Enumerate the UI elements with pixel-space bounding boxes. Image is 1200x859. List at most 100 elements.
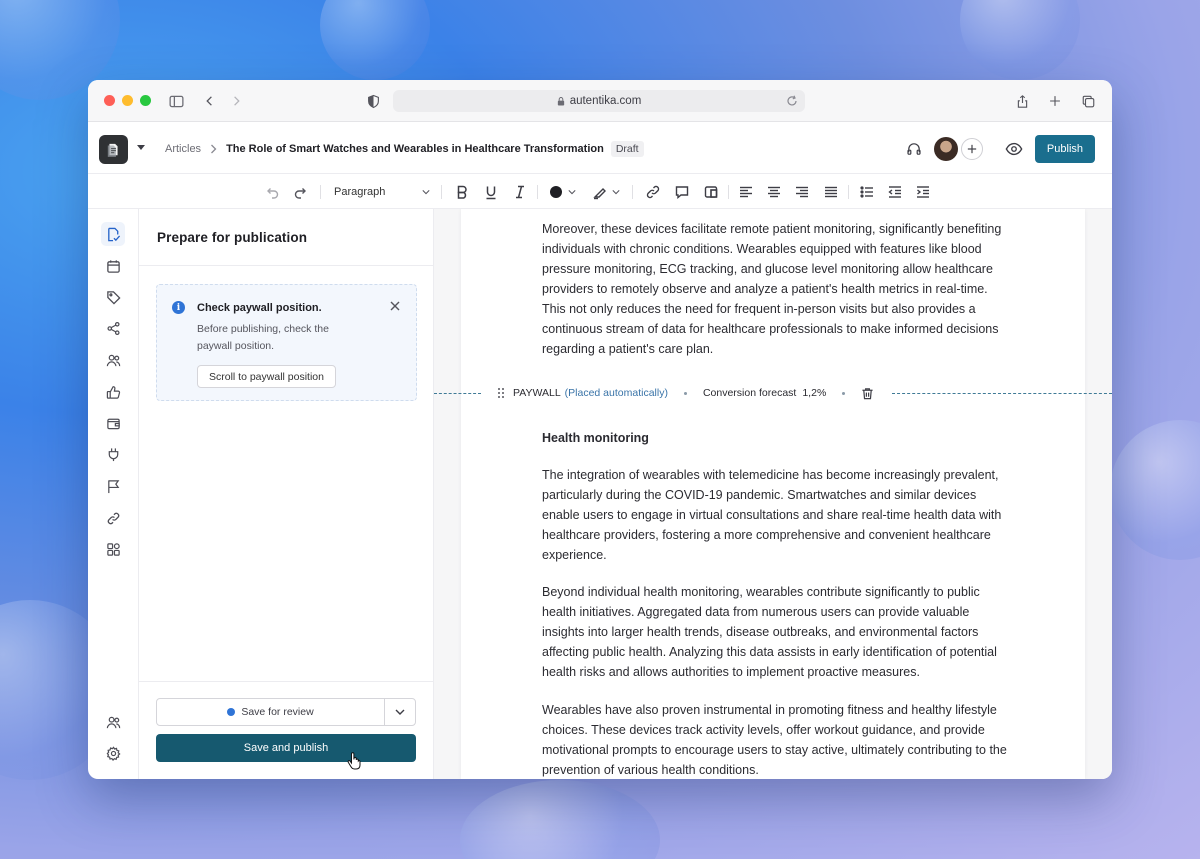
icon-rail — [88, 209, 139, 779]
avatar[interactable] — [933, 137, 958, 161]
header-actions: Publish — [906, 135, 1095, 163]
minimize-window-button[interactable] — [122, 95, 133, 106]
flag-icon[interactable] — [101, 474, 125, 498]
settings-gear-icon[interactable] — [101, 741, 125, 765]
share-nodes-icon[interactable] — [101, 316, 125, 340]
publish-button[interactable]: Publish — [1034, 135, 1095, 163]
users-icon[interactable] — [101, 348, 125, 372]
chevron-down-icon — [422, 190, 430, 195]
background-bubble — [460, 780, 660, 859]
paragraph[interactable]: Wearables have also proven instrumental … — [542, 700, 1012, 779]
toolbar-divider — [632, 185, 633, 199]
browser-window: autentika.com Articles The Role of Smart… — [88, 80, 1112, 779]
divider — [139, 265, 433, 266]
tab-overview-icon[interactable] — [1078, 91, 1098, 111]
align-justify-icon[interactable] — [823, 183, 839, 201]
close-window-button[interactable] — [104, 95, 115, 106]
align-left-icon[interactable] — [738, 183, 754, 201]
privacy-shield-icon[interactable] — [363, 91, 383, 111]
plus-icon — [967, 144, 977, 154]
article-title: The Role of Smart Watches and Wearables … — [226, 143, 604, 155]
hand-cursor-icon — [347, 752, 361, 770]
chevron-down-icon — [568, 190, 576, 195]
headphones-icon[interactable] — [906, 141, 922, 157]
chevron-down-icon — [612, 190, 620, 195]
document-logo-icon — [107, 143, 118, 157]
forward-icon[interactable] — [226, 91, 246, 111]
toolbar-divider — [537, 185, 538, 199]
save-for-review-button[interactable]: Save for review — [157, 699, 384, 725]
add-collaborator-button[interactable] — [960, 138, 983, 160]
save-and-publish-button[interactable]: Save and publish — [156, 734, 416, 762]
back-icon[interactable] — [200, 91, 220, 111]
block-style-select[interactable]: Paragraph — [334, 183, 432, 201]
section-heading[interactable]: Health monitoring — [542, 428, 1012, 448]
breadcrumb-articles-link[interactable]: Articles — [165, 143, 201, 155]
bold-icon[interactable] — [454, 183, 470, 201]
comment-icon[interactable] — [674, 183, 690, 201]
save-for-review-label: Save for review — [241, 706, 314, 718]
new-tab-icon[interactable] — [1045, 91, 1065, 111]
align-center-icon[interactable] — [766, 183, 782, 201]
bulleted-list-icon[interactable] — [859, 183, 875, 201]
undo-icon[interactable] — [264, 183, 280, 201]
link-icon[interactable] — [645, 183, 661, 201]
scroll-to-paywall-button[interactable]: Scroll to paywall position — [197, 365, 336, 388]
wallet-icon[interactable] — [101, 411, 125, 435]
apps-icon[interactable] — [101, 537, 125, 561]
highlight-select[interactable] — [592, 183, 620, 201]
reload-icon[interactable] — [785, 94, 799, 108]
media-icon[interactable] — [703, 183, 719, 201]
formatting-toolbar: Paragraph — [88, 174, 1112, 209]
share-icon[interactable] — [1012, 91, 1032, 111]
conversion-forecast-value: 1,2% — [802, 387, 827, 399]
workspace-dropdown-icon[interactable] — [137, 145, 145, 151]
app-body: Prepare for publication i Check paywall … — [88, 209, 1112, 779]
paywall-dashed-line — [434, 392, 481, 394]
maximize-window-button[interactable] — [140, 95, 151, 106]
app-logo[interactable] — [99, 135, 128, 164]
editor-area: Moreover, these devices facilitate remot… — [434, 209, 1112, 779]
save-options-dropdown[interactable] — [384, 699, 415, 725]
paragraph[interactable]: Moreover, these devices facilitate remot… — [542, 219, 1012, 359]
notice-title: Check paywall position. — [197, 302, 322, 314]
tag-icon[interactable] — [101, 285, 125, 309]
toolbar-divider — [848, 185, 849, 199]
background-bubble — [1110, 420, 1200, 560]
italic-icon[interactable] — [512, 183, 528, 201]
text-color-select[interactable] — [548, 183, 576, 201]
background-bubble — [960, 0, 1080, 80]
preview-eye-icon[interactable] — [1005, 140, 1023, 158]
indent-icon[interactable] — [915, 183, 931, 201]
link-icon[interactable] — [101, 506, 125, 530]
toolbar-divider — [728, 185, 729, 199]
panel-title: Prepare for publication — [157, 230, 308, 245]
close-icon[interactable] — [389, 300, 401, 312]
notice-body: Before publishing, check the paywall pos… — [197, 323, 329, 352]
calendar-icon[interactable] — [101, 254, 125, 278]
trash-icon[interactable] — [861, 387, 874, 400]
thumbs-up-icon[interactable] — [101, 380, 125, 404]
background-bubble — [320, 0, 430, 80]
paywall-placement: (Placed automatically) — [564, 387, 668, 399]
team-icon[interactable] — [101, 710, 125, 734]
highlighter-icon — [593, 188, 606, 200]
status-dot-icon — [227, 708, 236, 716]
outdent-icon[interactable] — [887, 183, 903, 201]
underline-icon[interactable] — [483, 183, 499, 201]
address-bar[interactable]: autentika.com — [393, 90, 805, 112]
paragraph[interactable]: Beyond individual health monitoring, wea… — [542, 582, 1012, 682]
separator-dot — [683, 391, 687, 395]
redo-icon[interactable] — [293, 183, 309, 201]
align-right-icon[interactable] — [794, 183, 810, 201]
publication-checklist-icon[interactable] — [101, 222, 125, 246]
paywall-marker: PAYWALL (Placed automatically) Conversio… — [434, 383, 1112, 403]
plug-icon[interactable] — [101, 442, 125, 466]
sidebar-toggle-icon[interactable] — [166, 91, 186, 111]
window-controls — [104, 95, 151, 106]
chevron-down-icon — [395, 709, 405, 715]
paragraph[interactable]: The integration of wearables with teleme… — [542, 465, 1012, 565]
toolbar-divider — [441, 185, 442, 199]
separator-dot — [842, 391, 846, 395]
drag-handle-icon[interactable] — [497, 387, 505, 399]
